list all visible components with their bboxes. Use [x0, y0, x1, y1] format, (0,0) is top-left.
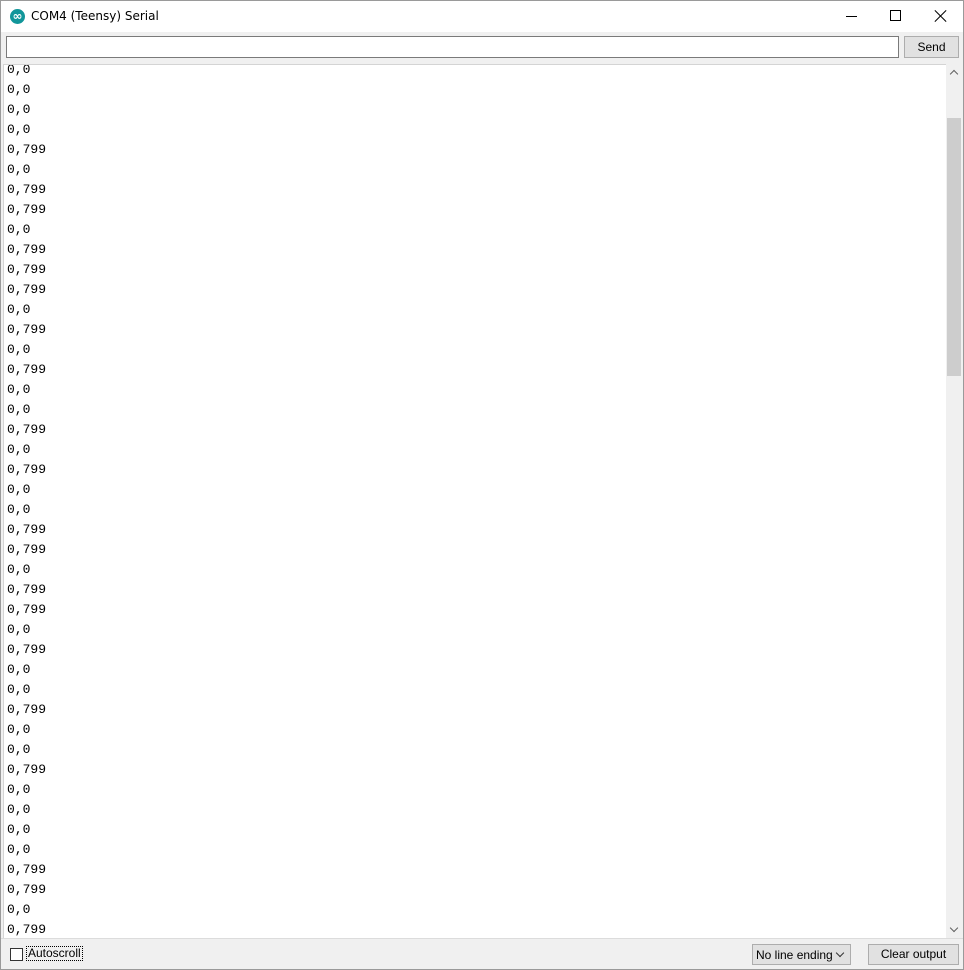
output-line: 0,0 [7, 342, 31, 357]
output-line: 0,0 [7, 742, 31, 757]
output-line: 0,0 [7, 722, 31, 737]
send-row: Send [1, 32, 963, 64]
output-line: 0,799 [7, 322, 47, 337]
serial-monitor-window: COM4 (Teensy) Serial Send 0,00,00,00,00,… [0, 0, 964, 970]
output-line: 0,0 [7, 562, 31, 577]
close-icon [934, 9, 948, 23]
output-line: 0,0 [7, 902, 31, 917]
line-ending-value: No line ending [756, 948, 833, 962]
bottom-bar: Autoscroll No line ending Clear output [1, 938, 963, 969]
output-line: 0,799 [7, 862, 47, 877]
chevron-up-icon [949, 69, 959, 79]
scroll-thumb[interactable] [947, 118, 961, 376]
output-line: 0,0 [7, 662, 31, 677]
line-ending-select[interactable]: No line ending [752, 944, 851, 965]
output-line: 0,799 [7, 582, 47, 597]
output-line: 0,0 [7, 622, 31, 637]
minimize-button[interactable] [829, 1, 875, 32]
window-title: COM4 (Teensy) Serial [31, 9, 159, 23]
output-line: 0,799 [7, 362, 47, 377]
scroll-up-button[interactable] [946, 64, 963, 81]
scroll-down-button[interactable] [946, 921, 963, 938]
output-lines: 0,0 0,0 0,0 0,0 0,799 0,0 0,799 0,799 0,0 0,799 0,… [7, 64, 47, 938]
title-bar: COM4 (Teensy) Serial [1, 1, 963, 32]
output-line: 0,0 [7, 782, 31, 797]
output-line: 0,799 [7, 422, 47, 437]
output-line: 0,799 [7, 262, 47, 277]
output-line: 0,799 [7, 642, 47, 657]
output-line: 0,799 [7, 462, 47, 477]
output-line: 0,799 [7, 282, 47, 297]
output-line: 0,0 [7, 682, 31, 697]
output-line: 0,799 [7, 142, 47, 157]
output-line: 0,0 [7, 162, 31, 177]
output-line: 0,0 [7, 82, 31, 97]
output-line: 0,0 [7, 222, 31, 237]
output-line: 0,0 [7, 442, 31, 457]
autoscroll-label[interactable]: Autoscroll [26, 946, 83, 961]
output-line: 0,0 [7, 502, 31, 517]
chevron-down-icon [949, 923, 959, 933]
output-line: 0,0 [7, 102, 31, 117]
output-line: 0,799 [7, 522, 47, 537]
output-line: 0,0 [7, 122, 31, 137]
output-line: 0,799 [7, 922, 47, 937]
minimize-icon [846, 16, 857, 17]
output-line: 0,799 [7, 882, 47, 897]
output-line: 0,0 [7, 382, 31, 397]
maximize-button[interactable] [873, 1, 919, 32]
send-button[interactable]: Send [904, 36, 959, 58]
output-line: 0,0 [7, 402, 31, 417]
autoscroll-checkbox[interactable] [10, 948, 23, 961]
output-line: 0,0 [7, 302, 31, 317]
output-line: 0,799 [7, 542, 47, 557]
maximize-icon [890, 10, 901, 21]
send-input[interactable] [6, 36, 899, 58]
output-line: 0,0 [7, 842, 31, 857]
output-line: 0,799 [7, 242, 47, 257]
output-line: 0,0 [7, 64, 31, 77]
chevron-down-icon [835, 948, 845, 958]
clear-output-button[interactable]: Clear output [868, 944, 959, 965]
arduino-icon [10, 9, 25, 24]
output-line: 0,0 [7, 482, 31, 497]
output-line: 0,0 [7, 822, 31, 837]
output-line: 0,0 [7, 802, 31, 817]
output-line: 0,799 [7, 762, 47, 777]
vertical-scrollbar[interactable] [946, 64, 963, 938]
close-button[interactable] [918, 1, 964, 32]
serial-output[interactable]: 0,0 0,0 0,0 0,0 0,799 0,0 0,799 0,799 0,0 0,799 0,… [3, 64, 947, 938]
output-line: 0,799 [7, 602, 47, 617]
output-line: 0,799 [7, 202, 47, 217]
output-line: 0,799 [7, 702, 47, 717]
output-line: 0,799 [7, 182, 47, 197]
